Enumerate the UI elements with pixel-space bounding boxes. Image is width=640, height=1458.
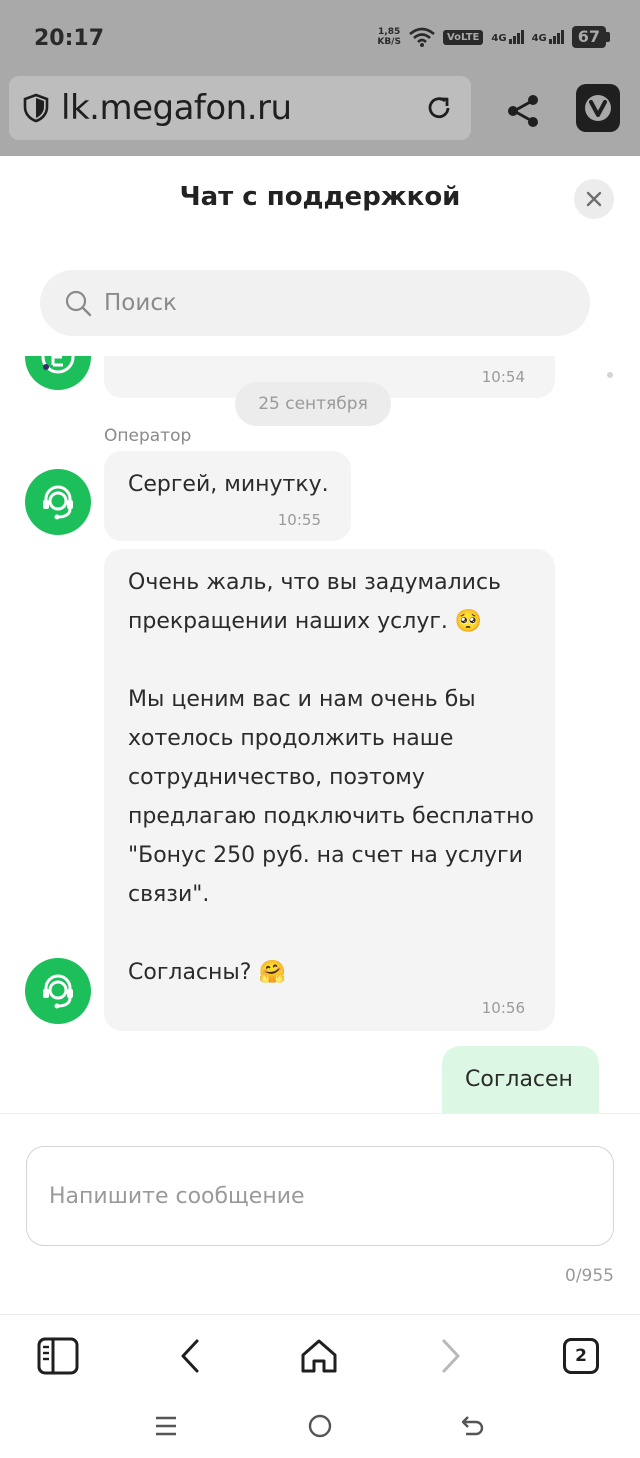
support-chat-sheet: Чат с поддержкой Поиск 10:54 25 сентября…: [0, 156, 640, 1314]
support-agent-icon: [43, 485, 73, 520]
system-navigation-bar: [0, 1396, 640, 1458]
url-text: lk.megafon.ru: [61, 88, 292, 128]
message-input[interactable]: Напишите сообщение: [26, 1146, 614, 1246]
message-time: 10:56: [481, 999, 525, 1017]
message-bubble: Сергей, минутку. 10:55: [104, 451, 351, 541]
back-arrow-icon: [461, 1416, 484, 1436]
user-message-bubble: Согласен: [442, 1046, 599, 1114]
battery-icon: 67: [571, 26, 610, 48]
message-text: Согласен: [465, 1067, 573, 1092]
home-button[interactable]: [296, 1333, 342, 1379]
status-icons: 1,85 KB/S VoLTE 4G 4G 67: [377, 26, 610, 48]
home-icon: [301, 1339, 337, 1373]
address-bar[interactable]: lk.megafon.ru: [9, 76, 471, 140]
char-counter: 0/955: [565, 1266, 614, 1286]
wifi-icon: [409, 27, 435, 47]
close-icon: [586, 191, 602, 207]
shield-icon: [23, 93, 49, 123]
reload-icon: [428, 97, 450, 119]
search-input[interactable]: Поиск: [40, 270, 590, 336]
megafon-logo-icon: [41, 356, 75, 374]
chat-title: Чат с поддержкой: [179, 182, 461, 212]
network-speed: 1,85 KB/S: [377, 27, 401, 47]
message-text: Сергей, минутку.: [128, 472, 329, 497]
sender-name: Оператор: [104, 426, 192, 446]
circle-icon: [308, 1414, 332, 1438]
status-time: 20:17: [34, 26, 105, 51]
date-separator: 25 сентября: [235, 382, 391, 426]
tabs-count-icon: 2: [563, 1338, 599, 1374]
composer-area: Напишите сообщение 0/955: [0, 1114, 640, 1314]
panel-icon: [37, 1337, 79, 1375]
message-text: Очень жаль, что вы задумались прекращени…: [128, 570, 534, 985]
operator-avatar: [25, 469, 91, 535]
panel-button[interactable]: [35, 1333, 81, 1379]
chevron-right-icon: [442, 1339, 460, 1373]
status-bar: 20:17 1,85 KB/S VoLTE 4G 4G 67: [0, 0, 640, 72]
search-icon: [65, 290, 92, 317]
message-time: 10:54: [481, 368, 525, 386]
browser-top-area: 20:17 1,85 KB/S VoLTE 4G 4G 67 lk.megafo…: [0, 0, 640, 156]
back-button[interactable]: [167, 1333, 213, 1379]
megafon-avatar: [25, 356, 91, 390]
vivaldi-logo-icon: [585, 95, 611, 121]
system-back-button[interactable]: [455, 1410, 491, 1442]
chevron-left-icon: [181, 1339, 199, 1373]
signal-sim2: 4G: [532, 30, 564, 44]
search-placeholder: Поиск: [104, 290, 177, 316]
message-time: 10:55: [277, 511, 321, 529]
signal-bars-icon: [508, 30, 524, 44]
signal-sim1: 4G: [491, 30, 524, 44]
menu-icon: [156, 1416, 176, 1436]
vivaldi-menu-button[interactable]: [576, 84, 620, 132]
message-list[interactable]: 10:54 25 сентября Оператор Сергей, минут…: [0, 356, 640, 1114]
recent-apps-button[interactable]: [148, 1410, 184, 1442]
message-bubble: Очень жаль, что вы задумались прекращени…: [104, 549, 555, 1031]
operator-avatar: [25, 958, 91, 1024]
share-icon: [508, 95, 538, 127]
message-input-placeholder: Напишите сообщение: [49, 1183, 305, 1209]
volte-badge: VoLTE: [442, 29, 484, 45]
signal-bars-icon: [548, 30, 564, 44]
system-home-button[interactable]: [302, 1410, 338, 1442]
share-button[interactable]: [500, 88, 546, 134]
tabs-button[interactable]: 2: [558, 1333, 604, 1379]
close-chat-button[interactable]: [574, 179, 614, 219]
forward-button[interactable]: [428, 1333, 474, 1379]
support-agent-icon: [43, 974, 73, 1009]
browser-toolbar: 2: [0, 1314, 640, 1396]
reload-button[interactable]: [421, 90, 457, 126]
scroll-indicator: [607, 372, 613, 378]
